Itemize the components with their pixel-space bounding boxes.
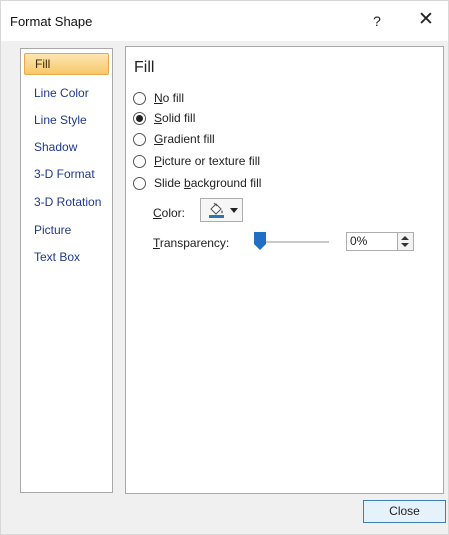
dialog-title: Format Shape [10,14,93,29]
format-shape-dialog: Format Shape ? ✕ Fill Line Color Line St… [0,0,449,535]
transparency-input[interactable]: 0% [346,232,398,251]
sidebar-item-shadow[interactable]: Shadow [24,136,109,158]
no-fill-radio[interactable] [133,92,146,105]
picture-fill-label[interactable]: Picture or texture fill [154,154,260,168]
color-label: Color: [153,206,186,220]
transparency-slider-track[interactable] [259,241,329,243]
transparency-slider-thumb[interactable] [254,232,266,250]
panel-heading: Fill [134,59,155,76]
color-picker-button[interactable] [200,198,243,222]
solid-fill-radio[interactable] [133,112,146,125]
close-button[interactable]: Close [363,500,446,523]
fill-panel: Fill No fill Solid fill Gradient fill Pi… [125,46,444,494]
no-fill-label[interactable]: No fill [154,91,184,105]
spin-up-icon[interactable] [401,236,409,240]
close-icon[interactable]: ✕ [415,9,437,31]
title-bar: Format Shape ? ✕ [1,1,448,41]
sidebar-item-line-style[interactable]: Line Style [24,109,109,131]
sidebar-item-3d-format[interactable]: 3-D Format [24,163,109,185]
sidebar-item-picture[interactable]: Picture [24,219,109,241]
transparency-spinner[interactable] [398,232,414,251]
chevron-down-icon [230,208,238,213]
slide-background-fill-label[interactable]: Slide background fill [154,176,261,190]
sidebar-item-fill[interactable]: Fill [24,53,109,75]
transparency-label: Transparency: [153,236,230,250]
sidebar-item-3d-rotation[interactable]: 3-D Rotation [24,191,109,213]
sidebar-item-text-box[interactable]: Text Box [24,246,109,268]
help-button[interactable]: ? [367,11,387,31]
picture-fill-radio[interactable] [133,155,146,168]
paint-bucket-icon [209,202,224,218]
category-list: Fill Line Color Line Style Shadow 3-D Fo… [20,48,113,493]
sidebar-item-line-color[interactable]: Line Color [24,82,109,104]
spin-down-icon[interactable] [401,243,409,247]
slide-background-fill-radio[interactable] [133,177,146,190]
radio-checked-dot [136,115,143,122]
solid-fill-label[interactable]: Solid fill [154,111,195,125]
gradient-fill-radio[interactable] [133,133,146,146]
gradient-fill-label[interactable]: Gradient fill [154,132,215,146]
